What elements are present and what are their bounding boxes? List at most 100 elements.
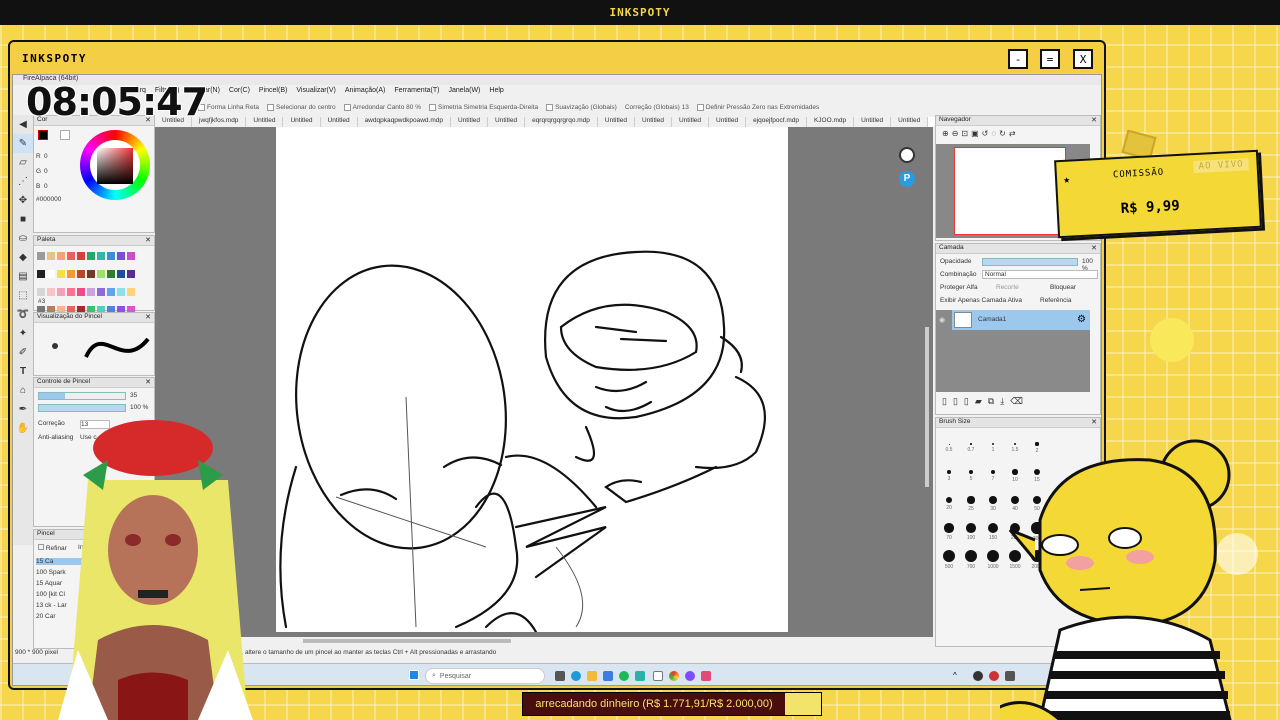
doc-tab[interactable]: Untitled [854, 117, 892, 127]
brush-size-cell[interactable]: 700 [960, 544, 982, 572]
palette-swatch[interactable] [87, 288, 95, 296]
pressao-option[interactable]: Definir Pressão Zero nas Extremidades [696, 103, 819, 111]
brush-size-cell[interactable]: 0.7 [960, 432, 982, 460]
clipping-checkbox[interactable]: Recorte [996, 284, 1019, 291]
lock-checkbox[interactable]: Bloquear [1050, 284, 1076, 291]
close-icon[interactable]: ✕ [1091, 116, 1097, 124]
menu-ferramenta[interactable]: Ferramenta(T) [394, 87, 439, 99]
layer-row[interactable]: Camada1 ⚙ [952, 310, 1090, 330]
palette-swatch[interactable] [127, 252, 135, 260]
reset-rotation-icon[interactable]: ◌ [991, 129, 999, 138]
p-icon[interactable]: P [899, 171, 915, 187]
vertical-scrollbar[interactable] [925, 327, 929, 487]
gradient-tool-icon[interactable]: ▤ [13, 267, 33, 286]
doc-tab[interactable]: Untitled [283, 117, 321, 127]
r-value[interactable]: 0 [44, 153, 48, 160]
lasso-tool-icon[interactable]: ➰ [13, 305, 33, 324]
doc-tab[interactable]: eqrqrqrgqrgrqo.mdp [525, 117, 598, 127]
brush-item[interactable]: 20 Car [36, 613, 56, 620]
doc-tab[interactable]: Untitled [451, 117, 489, 127]
doc-tab[interactable]: Untitled [598, 117, 635, 127]
close-icon[interactable]: ✕ [1091, 244, 1097, 252]
doc-tab[interactable]: Untitled [709, 117, 747, 127]
tray-up-icon[interactable]: ^ [953, 671, 963, 681]
reference-checkbox[interactable]: Referência [1040, 297, 1071, 304]
brush-size-cell[interactable]: 5 [960, 460, 982, 488]
palette-swatch[interactable] [97, 288, 105, 296]
merge-down-icon[interactable]: ⤓ [1000, 396, 1010, 406]
dot-tool-icon[interactable]: ⋰ [13, 172, 33, 191]
app2-icon[interactable] [685, 671, 695, 681]
palette-swatch[interactable] [67, 270, 75, 278]
actual-size-icon[interactable]: ▣ [971, 129, 982, 138]
close-icon[interactable]: ✕ [145, 378, 151, 386]
doc-tab[interactable]: Untitled [488, 117, 526, 127]
size-slider[interactable] [38, 392, 126, 400]
palette-swatch[interactable] [67, 288, 75, 296]
folder-icon[interactable]: ▰ [975, 396, 988, 406]
show-active-checkbox[interactable]: Exibir Apenas Camada Ativa [940, 297, 1022, 304]
eraser-tool-icon[interactable]: ▱ [13, 153, 33, 172]
bg-color-swatch[interactable] [60, 130, 70, 140]
layer-opacity-slider[interactable] [982, 258, 1078, 266]
palette-swatch[interactable] [97, 270, 105, 278]
menu-help[interactable]: Help [489, 87, 503, 99]
palette-swatch[interactable] [87, 252, 95, 260]
palette-swatch[interactable] [117, 252, 125, 260]
flip-icon[interactable]: ⇄ [1009, 129, 1019, 138]
palette-swatch[interactable] [77, 252, 85, 260]
menu-pincel[interactable]: Pincel(B) [259, 87, 287, 99]
brush-size-cell[interactable]: 3 [938, 460, 960, 488]
firealpaca-icon[interactable] [653, 671, 663, 681]
brush-size-cell[interactable]: 25 [960, 488, 982, 516]
windows-start-icon[interactable] [409, 670, 419, 680]
magic-wand-icon[interactable]: ✦ [13, 324, 33, 343]
app3-icon[interactable] [701, 671, 711, 681]
hand-tool-icon[interactable]: ✋ [13, 419, 33, 438]
menu-cor[interactable]: Cor(C) [229, 87, 250, 99]
zoom-out-icon[interactable]: ⊖ [952, 129, 962, 138]
brush-size-cell[interactable]: 100 [960, 516, 982, 544]
select-rect-icon[interactable]: ⬚ [13, 286, 33, 305]
palette-swatch[interactable] [77, 288, 85, 296]
eyedropper-icon[interactable]: ✒ [13, 400, 33, 419]
doc-tab[interactable]: awdqpkaqpwdkpoawd.mdp [358, 117, 451, 127]
palette-swatch[interactable] [107, 270, 115, 278]
palette-swatch[interactable] [127, 270, 135, 278]
palette-swatch[interactable] [117, 288, 125, 296]
fit-icon[interactable]: ⊡ [961, 129, 971, 138]
arredondar-option[interactable]: Arredondar Canto 80 % [343, 103, 421, 111]
menu-janela[interactable]: Janela(W) [448, 87, 480, 99]
explorer-icon[interactable] [587, 671, 597, 681]
text-tool-icon[interactable]: T [13, 362, 33, 381]
brush-size-cell[interactable]: 70 [938, 516, 960, 544]
suavizacao-option[interactable]: Suavização (Globais) [546, 103, 617, 111]
frame-tool-icon[interactable]: ⌂ [13, 381, 33, 400]
protect-alpha-checkbox[interactable]: Proteger Alfa [940, 284, 978, 291]
palette-swatch[interactable] [47, 270, 55, 278]
maximize-button[interactable]: = [1040, 49, 1060, 69]
palette-swatch[interactable] [77, 270, 85, 278]
eye-icon[interactable]: ◉ [939, 316, 945, 324]
palette-swatch[interactable] [37, 288, 45, 296]
select-pen-icon[interactable]: ✐ [13, 343, 33, 362]
spotify-icon[interactable] [619, 671, 629, 681]
selecionar-centro-option[interactable]: Selecionar do centro [267, 103, 336, 111]
taskview-icon[interactable] [555, 671, 565, 681]
palette-swatch[interactable] [107, 288, 115, 296]
close-icon[interactable]: ✕ [145, 313, 151, 321]
gear-icon[interactable]: ⚙ [1077, 314, 1086, 325]
duplicate-icon[interactable]: ⧉ [988, 396, 1000, 406]
menu-visualizar[interactable]: Visualizar(V) [296, 87, 336, 99]
new-8bit-layer-icon[interactable]: ▯ [953, 396, 964, 406]
palette-swatch[interactable] [57, 288, 65, 296]
doc-tab[interactable]: Untitled [891, 117, 929, 127]
doc-tab[interactable]: ejqoejfpocf.mdp [746, 117, 807, 127]
rotate-left-icon[interactable]: ↺ [982, 129, 992, 138]
palette-swatch[interactable] [47, 252, 55, 260]
zoom-in-icon[interactable]: ⊕ [942, 129, 952, 138]
close-icon[interactable]: ✕ [145, 236, 151, 244]
doc-tab[interactable]: Untitled [321, 117, 358, 127]
palette-swatch[interactable] [97, 252, 105, 260]
doc-tab[interactable]: Untitled [246, 117, 284, 127]
